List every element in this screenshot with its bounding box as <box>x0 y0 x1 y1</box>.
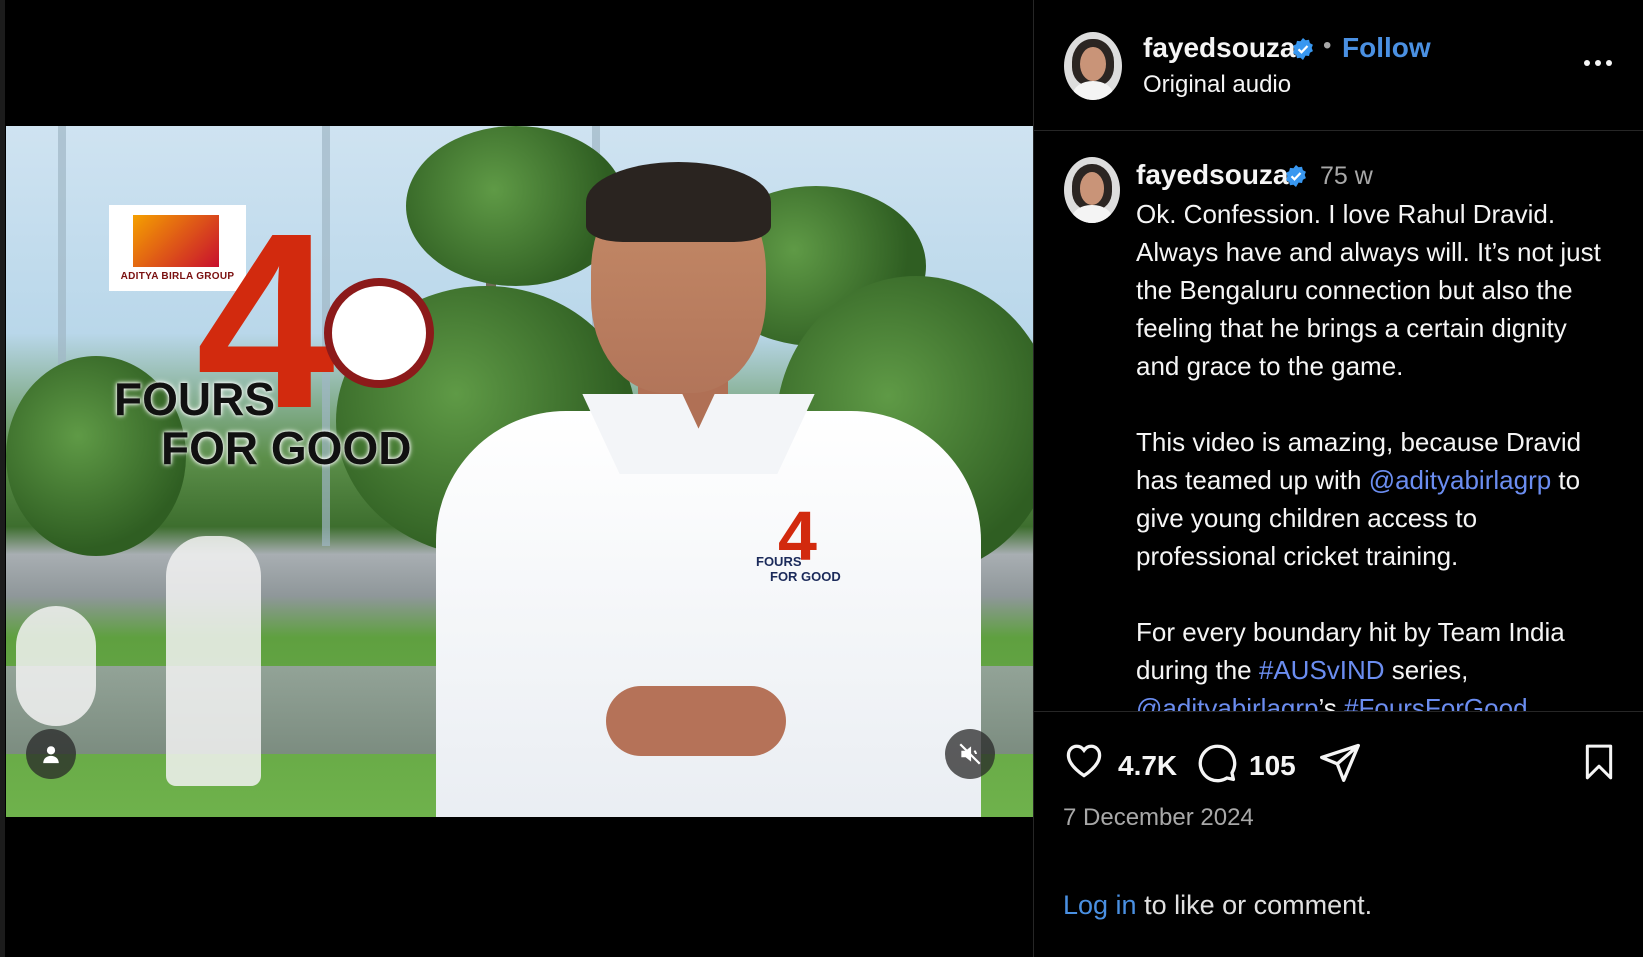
user-tags-button[interactable] <box>26 729 76 779</box>
avatar[interactable] <box>1064 32 1122 100</box>
separator-dot: • <box>1323 32 1332 59</box>
more-options-button[interactable] <box>1577 52 1619 74</box>
verified-badge-icon <box>1286 165 1306 187</box>
mute-button[interactable] <box>945 729 995 779</box>
person-hair <box>586 162 771 242</box>
avatar[interactable] <box>1064 157 1120 223</box>
shirt-logo: 4 FOURS FOR GOOD <box>756 497 846 586</box>
comment-count[interactable]: 105 <box>1249 750 1296 782</box>
person-hands <box>606 686 786 756</box>
hashtag-link[interactable]: #FoursForGood <box>1344 693 1528 711</box>
reel-video[interactable]: ADITYA BIRLA GROUP 4 FOURS FOR GOOD 4 FO… <box>6 126 1033 817</box>
mention-link[interactable]: @adityabirlagrp <box>1369 465 1551 495</box>
post-age[interactable]: 75 w <box>1320 162 1373 191</box>
video-pane: ADITYA BIRLA GROUP 4 FOURS FOR GOOD 4 FO… <box>0 0 1033 957</box>
shirt-logo-line2: FOR GOOD <box>770 569 841 584</box>
muted-speaker-icon <box>959 743 981 765</box>
caption-area: fayedsouza 75 w Ok. Confession. I love R… <box>1034 131 1643 712</box>
post-sidebar: fayedsouza • Follow Original audio fayed… <box>1033 0 1643 957</box>
caption-paragraph: This video is amazing, because Dravid ha… <box>1136 427 1582 571</box>
bookmark-icon[interactable] <box>1579 740 1619 784</box>
verified-badge-icon <box>1293 38 1313 60</box>
caption-username[interactable]: fayedsouza <box>1136 159 1289 191</box>
heart-icon[interactable] <box>1062 738 1106 782</box>
login-link[interactable]: Log in <box>1063 890 1137 920</box>
caption-paragraph: For every boundary hit by Team India dur… <box>1136 613 1616 711</box>
background-player <box>166 536 261 786</box>
more-icon <box>1584 60 1590 66</box>
follow-button[interactable]: Follow <box>1342 32 1431 64</box>
login-prompt-text: to like or comment. <box>1136 890 1373 920</box>
user-icon <box>43 746 59 764</box>
caption-text: Ok. Confession. I love Rahul Dravid. Alw… <box>1136 195 1616 711</box>
header-username[interactable]: fayedsouza <box>1143 32 1296 64</box>
mention-link[interactable]: @adityabirlagrp <box>1136 693 1318 711</box>
shirt-logo-line1: FOURS <box>756 554 802 569</box>
audio-label[interactable]: Original audio <box>1143 71 1291 99</box>
pane-edge <box>0 0 5 957</box>
caption-paragraph: Ok. Confession. I love Rahul Dravid. Alw… <box>1136 199 1601 381</box>
cricket-ball-icon <box>324 278 434 388</box>
campaign-line-fours: FOURS <box>114 373 275 425</box>
login-prompt: Log in to like or comment. <box>1063 890 1372 921</box>
campaign-line-for-good: FOR GOOD <box>161 422 412 474</box>
comment-icon[interactable] <box>1194 740 1238 784</box>
post-actions: 4.7K 105 7 December 2024 Log in to like … <box>1034 712 1643 957</box>
hashtag-link[interactable]: #AUSvIND <box>1259 655 1385 685</box>
like-count[interactable]: 4.7K <box>1118 750 1177 782</box>
send-icon[interactable] <box>1318 740 1362 784</box>
post-header: fayedsouza • Follow Original audio <box>1034 0 1643 131</box>
post-date[interactable]: 7 December 2024 <box>1063 804 1254 832</box>
background-player <box>16 606 96 726</box>
